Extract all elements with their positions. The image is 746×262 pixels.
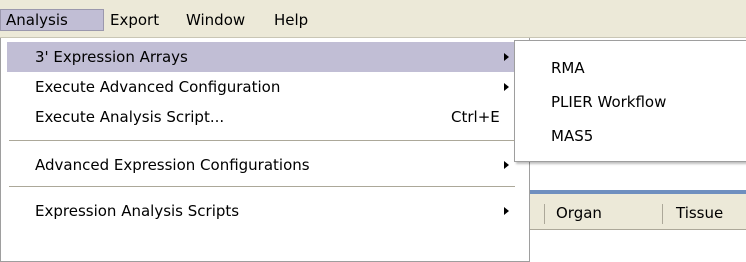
column-separator[interactable] bbox=[544, 204, 545, 224]
submenu-arrow-icon bbox=[504, 161, 509, 169]
submenu-arrow-icon bbox=[504, 53, 509, 61]
expression-arrays-submenu: RMA PLIER Workflow MAS5 bbox=[514, 40, 746, 162]
column-header-tissue[interactable]: Tissue bbox=[676, 203, 723, 223]
submenu-item-rma[interactable]: RMA bbox=[551, 53, 585, 83]
menu-item-execute-advanced-configuration[interactable]: Execute Advanced Configuration bbox=[7, 72, 519, 102]
menu-item-label: Execute Advanced Configuration bbox=[35, 78, 281, 96]
submenu-item-mas5[interactable]: MAS5 bbox=[551, 121, 593, 151]
menu-item-advanced-expression-configurations[interactable]: Advanced Expression Configurations bbox=[7, 150, 519, 180]
menu-export[interactable]: Export bbox=[104, 9, 165, 31]
menu-analysis[interactable]: Analysis bbox=[0, 9, 104, 31]
menu-item-shortcut: Ctrl+E bbox=[451, 108, 500, 126]
menu-window[interactable]: Window bbox=[180, 9, 251, 31]
analysis-dropdown-menu: 3' Expression Arrays Execute Advanced Co… bbox=[0, 38, 530, 262]
grid-header: Organ Tissue bbox=[514, 194, 746, 230]
menu-item-expression-analysis-scripts[interactable]: Expression Analysis Scripts bbox=[7, 196, 519, 226]
menu-separator bbox=[9, 186, 515, 187]
menu-item-label: Expression Analysis Scripts bbox=[35, 202, 240, 220]
column-header-organ[interactable]: Organ bbox=[556, 203, 602, 223]
menu-item-label: Execute Analysis Script... bbox=[35, 108, 225, 126]
menu-item-3-expression-arrays[interactable]: 3' Expression Arrays bbox=[7, 42, 519, 72]
column-separator[interactable] bbox=[662, 204, 663, 224]
submenu-arrow-icon bbox=[504, 207, 509, 215]
menu-item-label: 3' Expression Arrays bbox=[35, 48, 188, 66]
menu-item-execute-analysis-script[interactable]: Execute Analysis Script... Ctrl+E bbox=[7, 102, 519, 132]
submenu-item-plier-workflow[interactable]: PLIER Workflow bbox=[551, 87, 666, 117]
submenu-arrow-icon bbox=[504, 83, 509, 91]
menu-help[interactable]: Help bbox=[268, 9, 314, 31]
menu-item-label: Advanced Expression Configurations bbox=[35, 156, 310, 174]
menu-separator bbox=[9, 140, 515, 141]
menu-bar: Analysis Export Window Help bbox=[0, 0, 746, 38]
